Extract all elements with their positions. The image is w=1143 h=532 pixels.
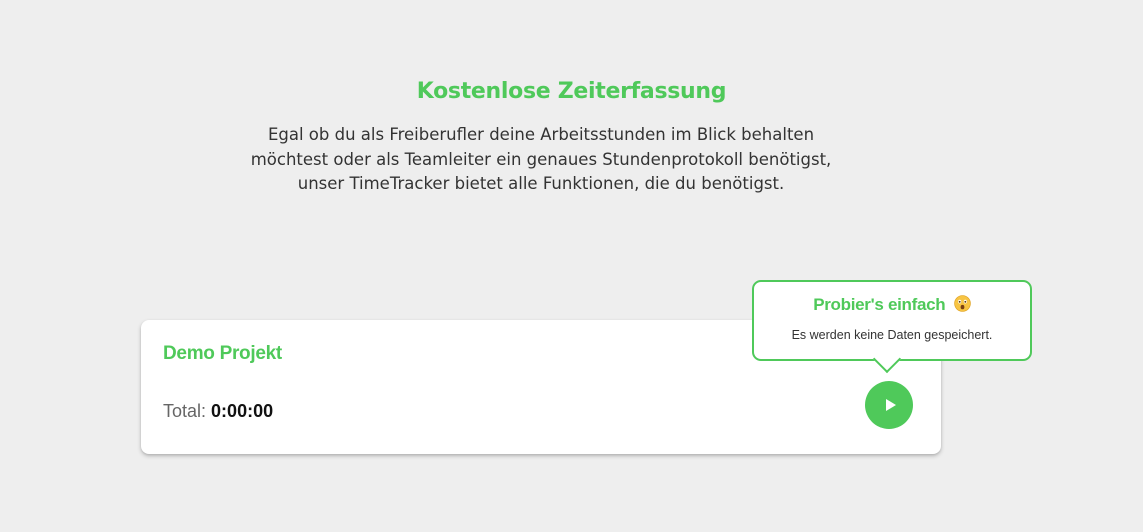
- tooltip-title: Probier's einfach: [754, 294, 1030, 316]
- demo-tooltip: Probier's einfach Es werden keine Daten …: [752, 280, 1032, 374]
- tooltip-title-text: Probier's einfach: [813, 295, 946, 314]
- tooltip-text: Es werden keine Daten gespeichert.: [791, 328, 993, 342]
- start-timer-button[interactable]: [865, 381, 913, 429]
- hero-description-line: unser TimeTracker bietet alle Funktionen…: [297, 174, 785, 193]
- total-row: Total: 0:00:00: [163, 400, 273, 422]
- hero-description-line: möchtest oder als Teamleiter ein genaues…: [250, 149, 832, 169]
- project-name[interactable]: Demo Projekt: [163, 342, 282, 366]
- hero-description: Egal ob du als Freiberufler deine Arbeit…: [221, 123, 861, 197]
- astonished-face-emoji-icon: [954, 295, 971, 312]
- hero-title: Kostenlose Zeiterfassung: [416, 79, 727, 104]
- play-icon: [885, 399, 896, 411]
- total-label: Total:: [163, 401, 207, 421]
- hero-description-line: Egal ob du als Freiberufler deine Arbeit…: [267, 125, 815, 144]
- total-value: 0:00:00: [211, 401, 274, 421]
